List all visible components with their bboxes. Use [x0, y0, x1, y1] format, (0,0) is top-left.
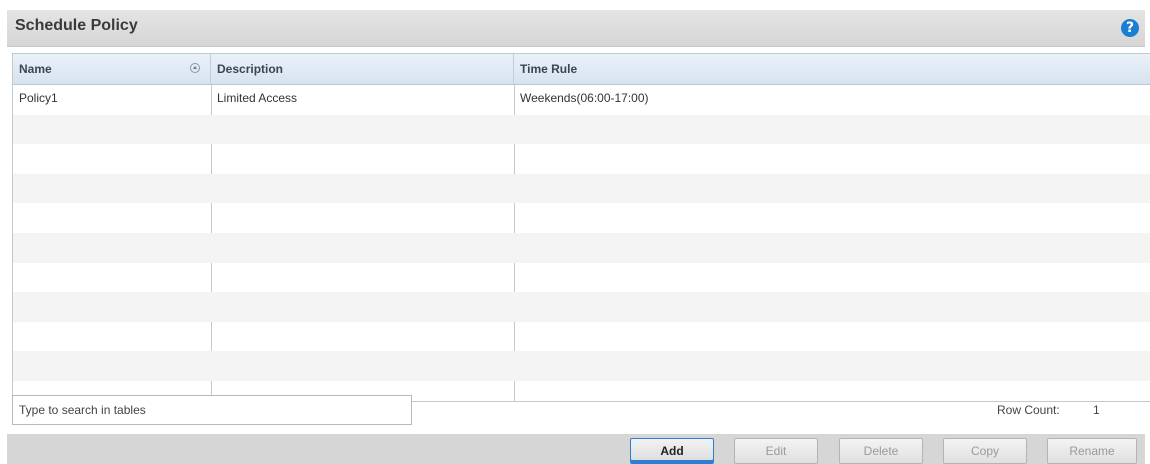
table-row[interactable]: Policy1 Limited Access Weekends(06:00-17… [13, 85, 1150, 115]
add-button[interactable]: Add [630, 438, 714, 464]
table-search-input[interactable] [12, 395, 412, 425]
empty-row [13, 114, 1150, 145]
empty-row [13, 173, 1150, 204]
sort-ascending-icon[interactable] [190, 63, 200, 73]
cell-time-rule: Weekends(06:00-17:00) [520, 91, 649, 105]
panel-title: Schedule Policy [15, 17, 138, 34]
schedule-policy-table: Name Description Time Rule Policy1 Limit… [12, 53, 1150, 402]
empty-row [13, 263, 1150, 293]
delete-button[interactable]: Delete [839, 438, 923, 464]
empty-row [13, 322, 1150, 352]
table-body: Policy1 Limited Access Weekends(06:00-17… [13, 85, 1150, 381]
cell-name: Policy1 [19, 91, 58, 105]
row-count-value: 1 [1093, 403, 1100, 417]
schedule-policy-panel: Schedule Policy ? Name Description Time … [7, 10, 1150, 464]
empty-row [13, 203, 1150, 233]
empty-row [13, 144, 1150, 174]
empty-row [13, 232, 1150, 263]
column-header-description[interactable]: Description [211, 54, 514, 84]
cell-description: Limited Access [217, 91, 298, 105]
empty-row [13, 351, 1150, 381]
edit-button[interactable]: Edit [734, 438, 818, 464]
empty-row [13, 292, 1150, 322]
rename-button[interactable]: Rename [1047, 438, 1137, 464]
column-header-time-rule[interactable]: Time Rule [514, 54, 1150, 84]
panel-header: Schedule Policy ? [7, 10, 1145, 47]
copy-button[interactable]: Copy [943, 438, 1027, 464]
table-header: Name Description Time Rule [13, 54, 1150, 85]
help-icon[interactable]: ? [1121, 19, 1139, 37]
row-count-label: Row Count: [997, 403, 1060, 417]
column-header-name[interactable]: Name [13, 54, 211, 84]
